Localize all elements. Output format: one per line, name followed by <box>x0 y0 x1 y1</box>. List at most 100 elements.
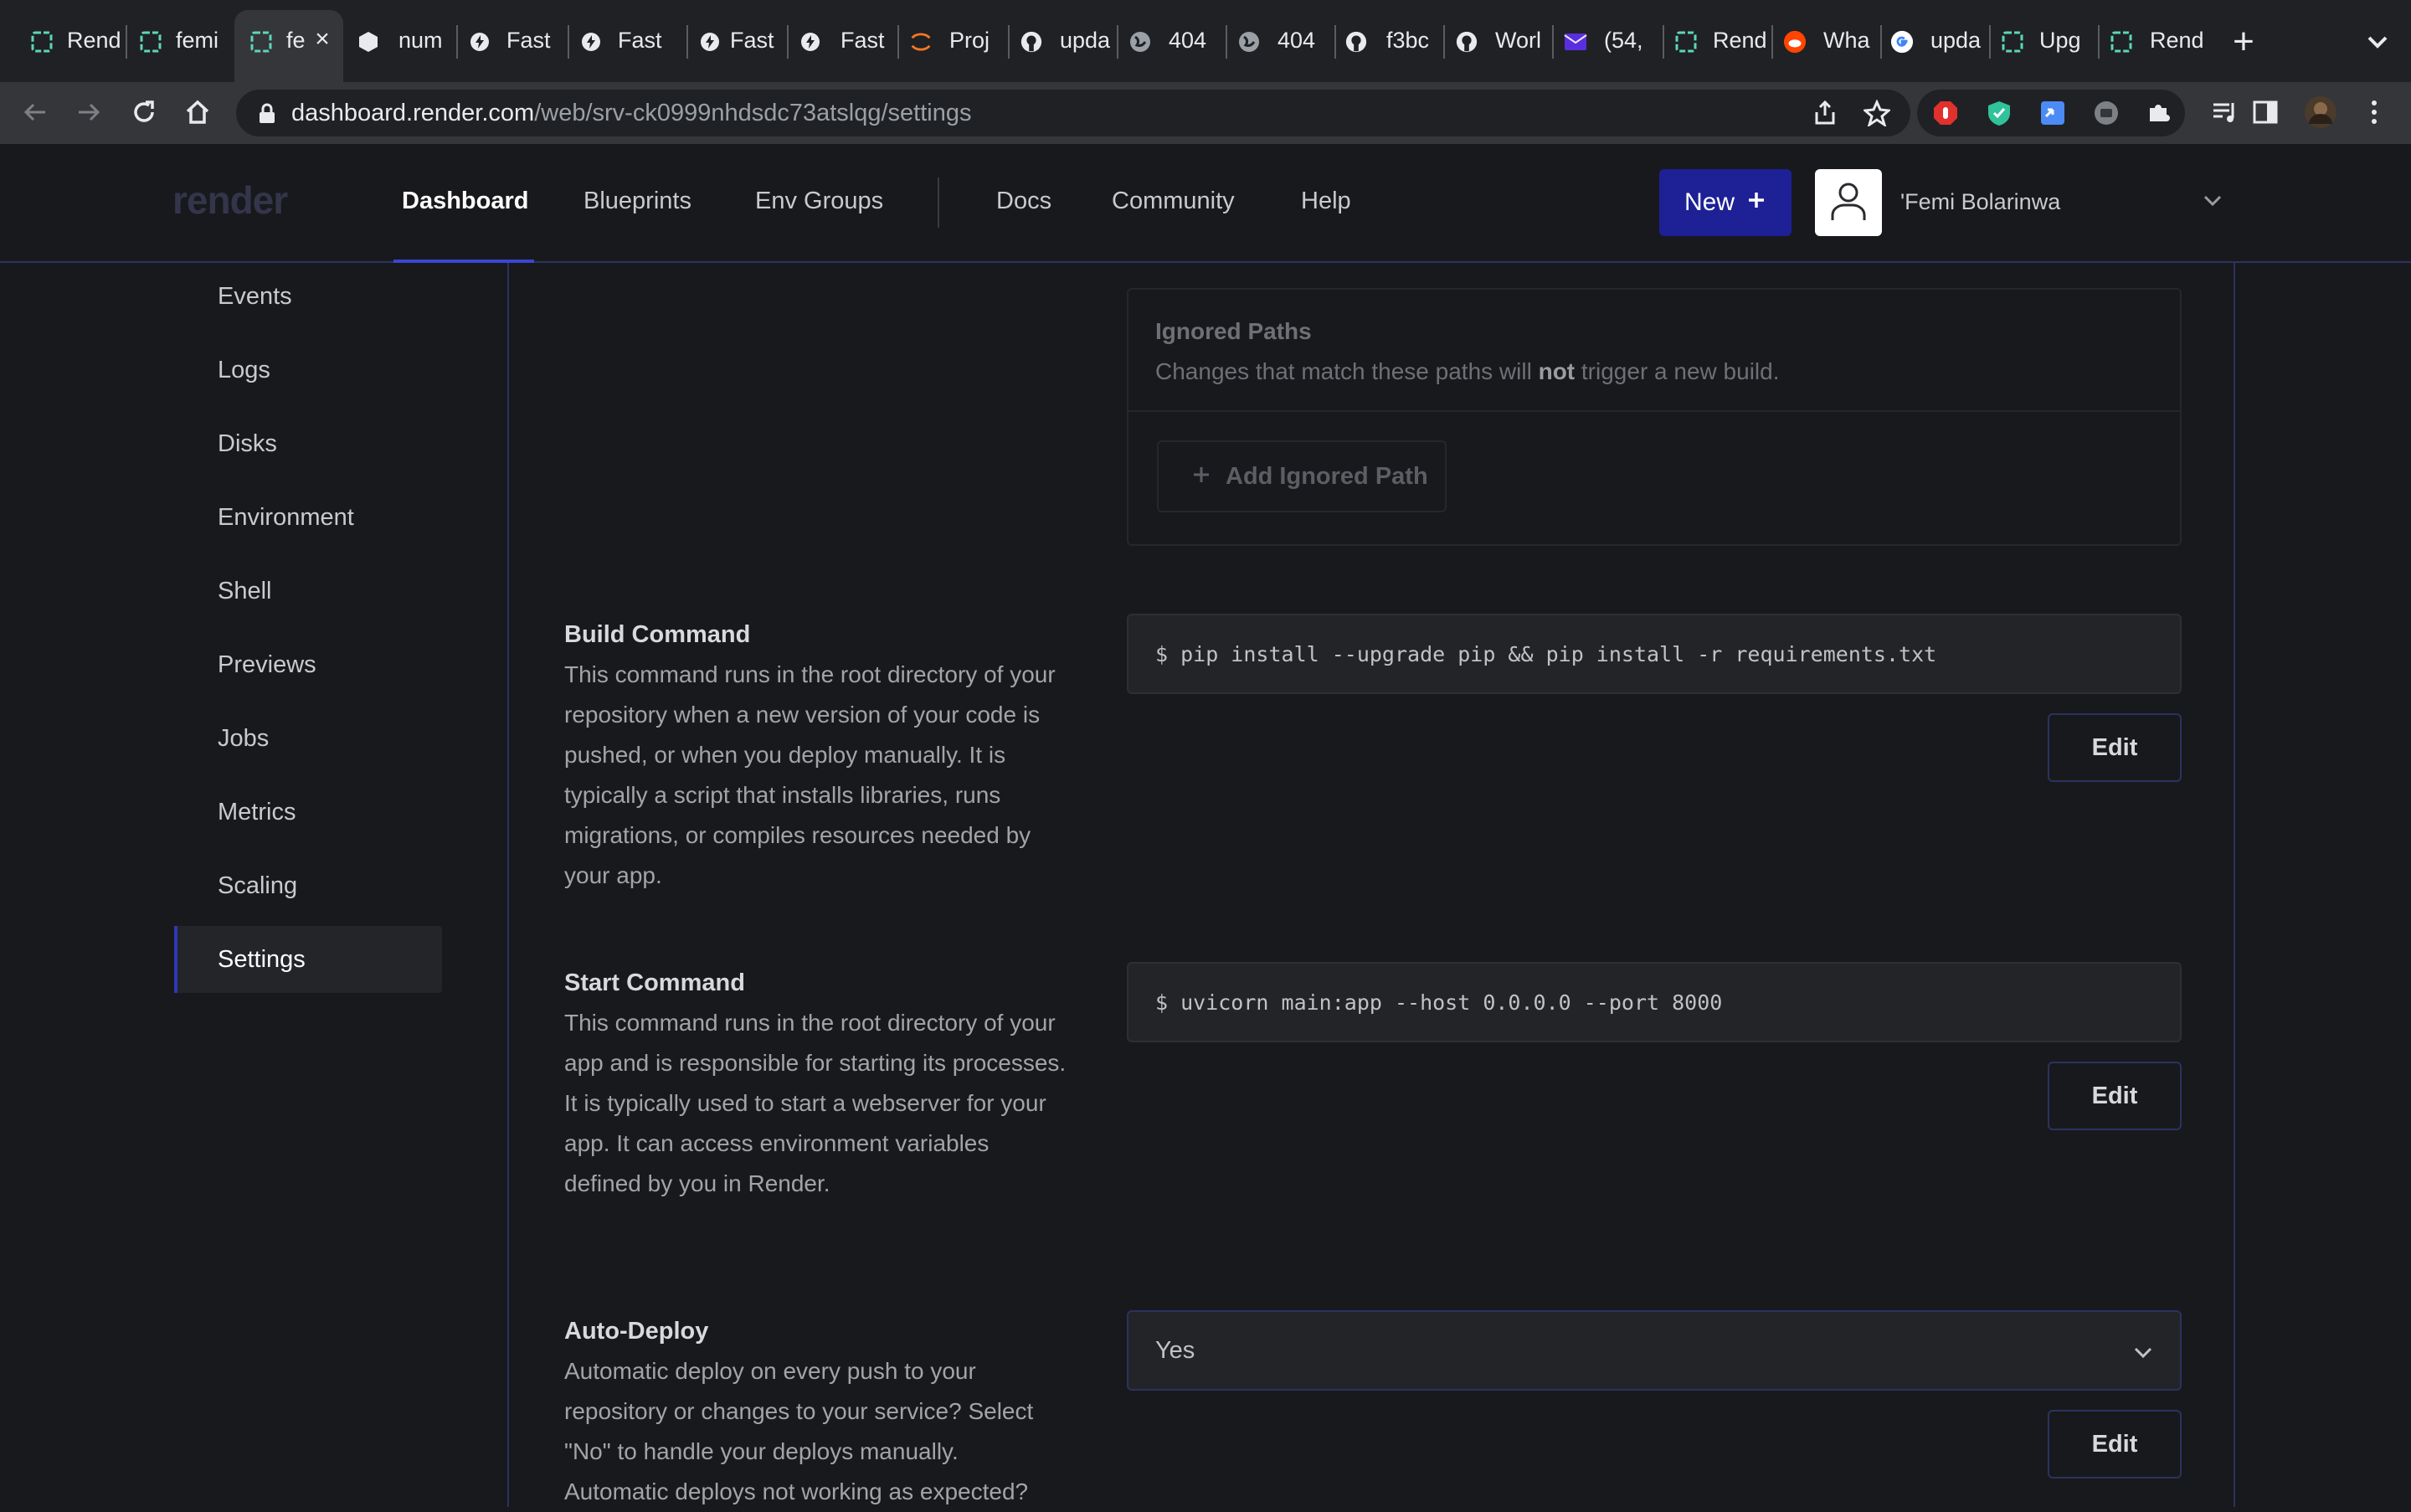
tab-title: 404 <box>1169 28 1207 53</box>
reload-icon[interactable] <box>122 90 166 134</box>
browser-tab[interactable]: num <box>343 13 452 70</box>
address-bar[interactable]: dashboard.render.com/web/srv-ck0999nhdsd… <box>236 90 1910 136</box>
browser-tab[interactable]: Fast <box>568 13 676 70</box>
url-path: /web/srv-ck0999nhdsdc73atslqg/settings <box>534 100 972 126</box>
profile-avatar[interactable] <box>2304 95 2337 129</box>
render-icon <box>2001 30 2024 54</box>
browser-tabstrip: Rend femi fe × num Fast Fast Fast Fast P… <box>0 0 2411 84</box>
new-tab-button[interactable]: + <box>2227 23 2260 60</box>
ignored-paths-card: Ignored Paths Changes that match these p… <box>1127 288 2182 546</box>
service-sidebar: Events Logs Disks Environment Shell Prev… <box>0 263 509 1507</box>
browser-tab[interactable]: upda <box>1008 13 1117 70</box>
sidebar-item-shell[interactable]: Shell <box>174 558 442 625</box>
translate-icon[interactable] <box>2039 100 2066 126</box>
add-ignored-path-label: Add Ignored Path <box>1226 462 1428 490</box>
browser-tab[interactable]: Wha <box>1771 13 1880 70</box>
github-icon <box>1020 30 1043 54</box>
user-avatar[interactable] <box>1815 169 1882 236</box>
nav-env-groups[interactable]: Env Groups <box>755 188 883 215</box>
browser-tab[interactable]: 404 <box>1226 13 1334 70</box>
shield-icon[interactable] <box>1986 100 2013 126</box>
add-ignored-path-button[interactable]: Add Ignored Path <box>1157 440 1447 512</box>
browser-tab-active[interactable]: fe × <box>234 10 343 84</box>
plus-icon <box>1192 463 1211 491</box>
browser-tab[interactable]: Upg <box>1989 13 2098 70</box>
url-domain: dashboard.render.com <box>291 100 535 126</box>
sidebar-item-logs[interactable]: Logs <box>174 337 442 404</box>
auto-deploy-select[interactable]: Yes <box>1127 1310 2182 1391</box>
render-icon <box>30 30 54 54</box>
side-panel-icon[interactable] <box>2250 97 2280 127</box>
browser-tab[interactable]: Rend <box>2098 13 2207 70</box>
ignored-desc-text-end: trigger a new build. <box>1575 358 1780 384</box>
build-command-description: This command runs in the root directory … <box>564 661 1056 888</box>
nav-community[interactable]: Community <box>1112 188 1235 215</box>
globe-icon <box>1128 30 1152 54</box>
nav-dashboard[interactable]: Dashboard <box>402 188 528 215</box>
tab-search-chevron-icon[interactable] <box>2361 25 2394 59</box>
url-text: dashboard.render.com/web/srv-ck0999nhdsd… <box>291 100 972 127</box>
fastapi-icon <box>799 30 822 54</box>
browser-tab[interactable]: Fast <box>686 13 795 70</box>
browser-tab[interactable]: upda <box>1880 13 1989 70</box>
puzzle-extensions-icon[interactable] <box>2145 100 2172 126</box>
back-arrow-icon[interactable] <box>13 90 57 134</box>
sidebar-item-environment[interactable]: Environment <box>174 484 442 551</box>
tab-title: Fast <box>618 28 662 53</box>
start-command-title: Start Command <box>564 969 745 996</box>
close-icon[interactable]: × <box>310 27 335 52</box>
content-border <box>2234 263 2235 1507</box>
sidebar-item-settings[interactable]: Settings <box>174 926 442 993</box>
build-command-edit-button[interactable]: Edit <box>2048 713 2182 782</box>
sidebar-item-events[interactable]: Events <box>174 263 442 330</box>
tab-title: fe <box>286 28 306 53</box>
share-icon[interactable] <box>1812 100 1838 126</box>
browser-tab[interactable]: Worl <box>1443 13 1552 70</box>
nav-blueprints[interactable]: Blueprints <box>583 188 691 215</box>
jupyter-icon <box>909 30 933 54</box>
start-command-value: $ uvicorn main:app --host 0.0.0.0 --port… <box>1127 962 2182 1042</box>
adblock-icon[interactable] <box>1932 100 1959 126</box>
browser-tab[interactable]: Rend <box>1663 13 1771 70</box>
browser-tab[interactable]: Proj <box>897 13 1006 70</box>
auto-deploy-edit-button[interactable]: Edit <box>2048 1410 2182 1479</box>
start-command-edit-button[interactable]: Edit <box>2048 1062 2182 1130</box>
forward-arrow-icon[interactable] <box>67 90 111 134</box>
github-icon <box>1455 30 1478 54</box>
sidebar-item-metrics[interactable]: Metrics <box>174 779 442 846</box>
bookmark-star-icon[interactable] <box>1864 100 1890 126</box>
tab-title: 404 <box>1277 28 1316 53</box>
browser-tab[interactable]: f3bc <box>1334 13 1443 70</box>
browser-tab[interactable]: Fast <box>456 13 565 70</box>
tab-title: (54, <box>1604 28 1643 53</box>
new-button-label: New <box>1684 188 1735 216</box>
nav-docs[interactable]: Docs <box>996 188 1051 215</box>
tab-title: Rend <box>2150 28 2204 53</box>
auto-deploy-description: Automatic deploy on every push to your r… <box>564 1358 1034 1504</box>
render-logo[interactable]: render <box>172 177 288 223</box>
sidebar-item-jobs[interactable]: Jobs <box>174 705 442 772</box>
home-icon[interactable] <box>176 90 219 134</box>
plus-icon <box>1746 188 1766 217</box>
sidebar-item-disks[interactable]: Disks <box>174 410 442 477</box>
browser-tab[interactable]: (54, <box>1552 13 1661 70</box>
sidebar-item-previews[interactable]: Previews <box>174 631 442 698</box>
browser-tab[interactable]: Fast <box>787 13 896 70</box>
more-vertical-icon[interactable] <box>2359 97 2389 127</box>
nav-help[interactable]: Help <box>1301 188 1351 215</box>
sidebar-item-scaling[interactable]: Scaling <box>174 852 442 919</box>
tab-title: upda <box>1930 28 1982 53</box>
chevron-down-icon[interactable] <box>2200 188 2225 213</box>
render-icon <box>2110 30 2133 54</box>
tab-title: Wha <box>1823 28 1870 53</box>
video-extension-icon[interactable] <box>2093 100 2120 126</box>
tab-title: femi <box>176 28 219 53</box>
new-button[interactable]: New <box>1659 169 1792 236</box>
browser-tab[interactable]: 404 <box>1117 13 1226 70</box>
browser-tab[interactable]: femi <box>126 13 234 70</box>
browser-tab[interactable]: Rend <box>0 13 126 70</box>
media-queue-icon[interactable] <box>2210 97 2240 127</box>
ignored-desc-text: Changes that match these paths will <box>1155 358 1539 384</box>
tab-title: Fast <box>730 28 774 53</box>
user-name[interactable]: 'Femi Bolarinwa <box>1900 189 2060 215</box>
